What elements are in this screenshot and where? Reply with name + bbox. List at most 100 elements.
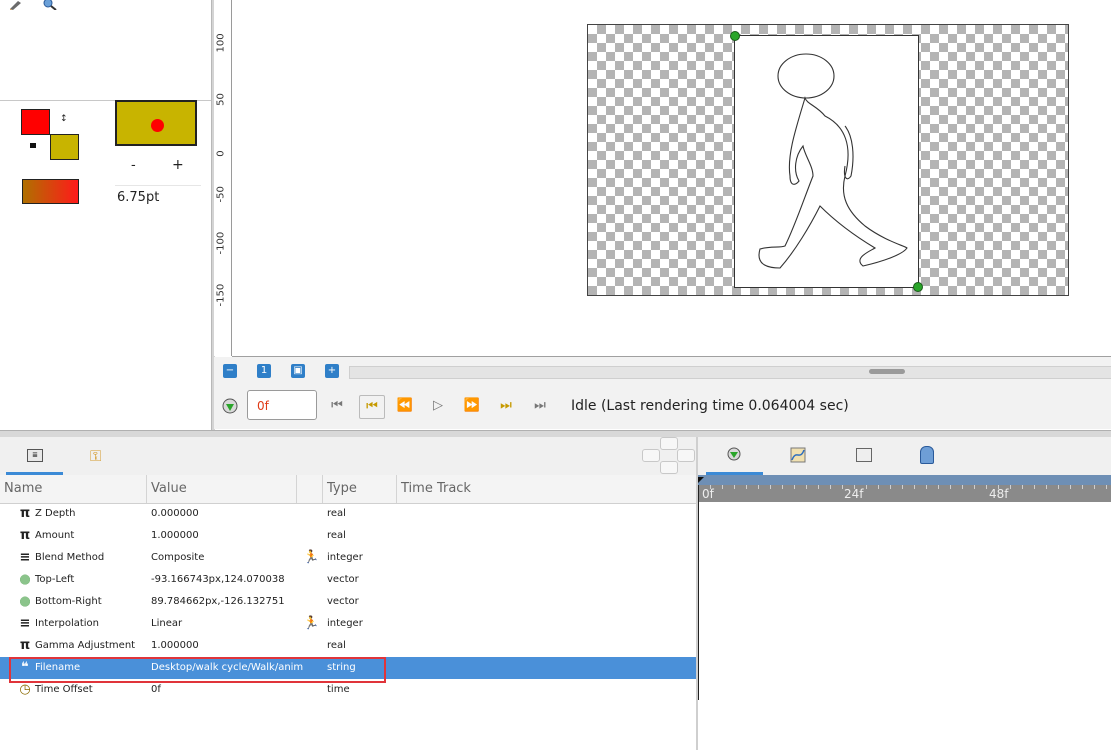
brush-size-field[interactable]: 6.75pt: [115, 185, 201, 210]
pi-icon: π: [19, 528, 31, 543]
nav-pad-left[interactable]: [642, 449, 660, 462]
zoom-in-button[interactable]: +: [325, 364, 339, 378]
current-time-field[interactable]: 0f: [247, 390, 317, 420]
tab-library[interactable]: [906, 437, 946, 472]
animation-mode-icon[interactable]: [222, 398, 238, 414]
top-left-handle[interactable]: [730, 31, 740, 41]
enum-icon: ≡: [19, 616, 31, 631]
ruler-label: 0: [215, 150, 227, 157]
param-value[interactable]: Composite: [151, 547, 204, 569]
clapper-icon: [856, 448, 872, 462]
column-header-value[interactable]: Value: [147, 475, 297, 503]
prev-keyframe-icon[interactable]: ⏮: [359, 395, 385, 419]
bottom-right-handle[interactable]: [913, 282, 923, 292]
param-row-z-depth[interactable]: π Z Depth 0.000000 real: [0, 503, 696, 525]
brush-preview[interactable]: [115, 100, 197, 146]
param-value[interactable]: 1.000000: [151, 635, 199, 657]
static-toggle-icon[interactable]: 🏃: [303, 613, 319, 635]
seek-begin-icon[interactable]: ⏮: [328, 397, 346, 415]
time-cursor[interactable]: [698, 485, 699, 700]
gradient-swatch[interactable]: [22, 179, 79, 204]
render-status-text: Idle (Last rendering time 0.064004 sec): [571, 398, 849, 414]
tab-params[interactable]: ≣: [6, 437, 63, 475]
nav-pad-right[interactable]: [677, 449, 695, 462]
param-row-amount[interactable]: π Amount 1.000000 real: [0, 525, 696, 547]
param-value[interactable]: -93.166743px,124.070038: [151, 569, 285, 591]
time-slider-bar[interactable]: [698, 475, 1111, 485]
key-icon: ⚿: [90, 447, 102, 465]
param-value[interactable]: Linear: [151, 613, 182, 635]
zoom-100-button[interactable]: 1: [257, 364, 271, 378]
default-colors-icon[interactable]: [30, 143, 36, 148]
seek-next-frame-icon[interactable]: ⏩: [463, 397, 481, 415]
ruler-label: -50: [215, 186, 227, 203]
curves-icon: [790, 447, 806, 463]
param-type: integer: [327, 552, 363, 563]
nav-pad-down[interactable]: [660, 461, 678, 474]
static-toggle-icon[interactable]: 🏃: [303, 547, 319, 569]
param-name: Amount: [35, 530, 75, 541]
horizontal-scrollbar[interactable]: [349, 366, 1111, 379]
param-type: real: [327, 530, 346, 541]
nav-pad-up[interactable]: [660, 437, 678, 450]
params-tab-icon: ≣: [27, 449, 43, 462]
param-name: Interpolation: [35, 618, 99, 629]
params-table-header: Name Value Type Time Track: [0, 475, 696, 504]
swap-colors-icon[interactable]: ↕: [60, 114, 68, 124]
param-type: vector: [327, 574, 359, 585]
vertical-ruler: 100 50 0 -50 -100 -150: [214, 0, 232, 356]
param-row-interpolation[interactable]: ≡ Interpolation Linear 🏃 integer: [0, 613, 696, 635]
scrollbar-thumb[interactable]: [869, 369, 905, 374]
time-tick-label: 0f: [702, 487, 714, 501]
brush-preview-dot: [151, 119, 164, 132]
param-name: Z Depth: [35, 508, 76, 519]
param-type: real: [327, 640, 346, 651]
param-name: Gamma Adjustment: [35, 640, 136, 651]
column-header-name[interactable]: Name: [0, 475, 147, 503]
column-header-type[interactable]: Type: [323, 475, 397, 503]
zoom-fit-button[interactable]: ▣: [291, 364, 305, 378]
time-tick-label: 48f: [989, 487, 1009, 501]
enum-icon: ≡: [19, 550, 31, 565]
time-cursor-marker-icon: [698, 477, 704, 483]
tab-keyframes[interactable]: ⚿: [76, 437, 122, 472]
param-type: integer: [327, 618, 363, 629]
timetrack-icon: [727, 447, 741, 461]
param-value[interactable]: 1.000000: [151, 525, 199, 547]
tab-timetrack[interactable]: [706, 437, 763, 475]
vector-icon: ●: [19, 572, 31, 587]
outline-color-swatch[interactable]: [21, 109, 50, 135]
column-header-timetrack[interactable]: Time Track: [397, 475, 696, 503]
pi-icon: π: [19, 506, 31, 521]
param-name: Bottom-Right: [35, 596, 102, 607]
seek-end-icon[interactable]: ⏭: [531, 397, 549, 415]
param-name: Blend Method: [35, 552, 105, 563]
fill-color-swatch[interactable]: [50, 134, 79, 160]
vector-icon: ●: [19, 594, 31, 609]
param-row-gamma-adjustment[interactable]: π Gamma Adjustment 1.000000 real: [0, 635, 696, 657]
pi-icon: π: [19, 638, 31, 653]
decrease-size-button[interactable]: -: [131, 158, 136, 173]
param-row-blend-method[interactable]: ≡ Blend Method Composite 🏃 integer: [0, 547, 696, 569]
walking-figure-drawing: [758, 53, 908, 269]
imported-image-layer[interactable]: [734, 35, 919, 288]
highlight-box: [9, 657, 386, 683]
ruler-label: -100: [215, 231, 227, 255]
play-icon[interactable]: ▷: [429, 397, 447, 415]
ruler-label: -150: [215, 283, 227, 307]
seek-prev-frame-icon[interactable]: ⏪: [396, 397, 414, 415]
column-header-spacer: [297, 475, 323, 503]
param-row-top-left[interactable]: ● Top-Left -93.166743px,124.070038 vector: [0, 569, 696, 591]
tab-curves[interactable]: [776, 437, 822, 472]
param-row-bottom-right[interactable]: ● Bottom-Right 89.784662px,-126.132751 vect…: [0, 591, 696, 613]
ruler-label: 50: [215, 93, 227, 106]
increase-size-button[interactable]: +: [172, 157, 184, 173]
param-value[interactable]: 89.784662px,-126.132751: [151, 591, 285, 613]
zoom-tool-icon[interactable]: [42, 0, 58, 11]
time-ruler[interactable]: 0f 24f 48f: [698, 485, 1111, 502]
next-keyframe-icon[interactable]: ⏭: [497, 397, 515, 415]
pencil-tool-icon[interactable]: [8, 0, 24, 10]
param-value[interactable]: 0.000000: [151, 503, 199, 525]
tab-canvas-browser[interactable]: [843, 437, 883, 472]
zoom-out-button[interactable]: −: [223, 364, 237, 378]
